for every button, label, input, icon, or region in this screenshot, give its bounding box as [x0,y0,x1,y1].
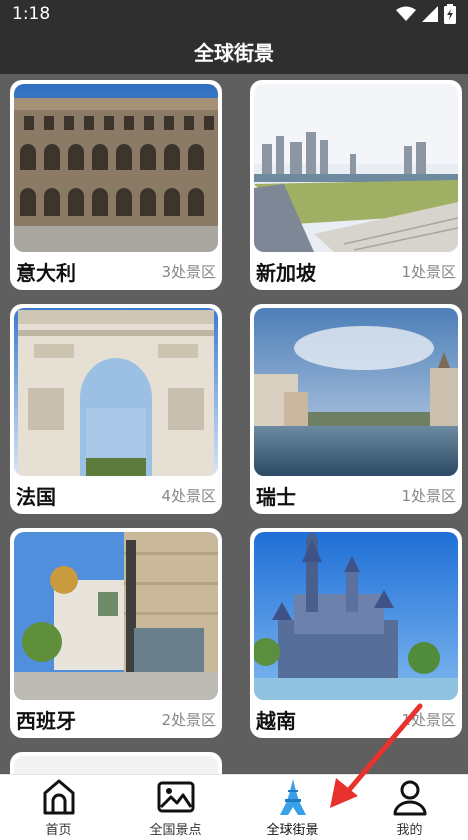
country-card-france[interactable]: 法国 4处景区 [10,304,222,514]
country-card-spain[interactable]: 西班牙 2处景区 [10,528,222,738]
person-icon [393,780,426,816]
country-card-partial[interactable] [10,752,222,774]
attraction-count: 1处景区 [401,262,456,281]
bottom-nav: 首页 全国景点 全球街景 我的 [0,774,468,840]
tab-profile[interactable]: 我的 [351,775,468,840]
country-card-singapore[interactable]: 新加坡 1处景区 [250,80,462,290]
tab-label: 全国景点 [149,823,202,838]
tower-icon [279,779,306,815]
tab-global-street-view[interactable]: 全球街景 [234,775,351,840]
country-photo [14,756,218,774]
country-photo [254,308,458,476]
country-name: 越南 [256,708,296,733]
country-photo [254,84,458,252]
status-bar: 1:18 [0,0,468,28]
country-name: 新加坡 [256,260,316,285]
attraction-count: 1处景区 [401,486,456,505]
wifi-icon [396,6,416,21]
country-photo [14,84,218,252]
attraction-count: 1处景区 [401,710,456,729]
country-card-switzerland[interactable]: 瑞士 1处景区 [250,304,462,514]
country-photo [14,308,218,476]
tab-home[interactable]: 首页 [0,775,117,840]
signal-icon [422,6,438,22]
app-bar: 全球街景 [0,28,468,74]
attraction-count: 3处景区 [161,262,216,281]
tab-label: 我的 [396,823,423,838]
country-name: 瑞士 [256,484,296,509]
battery-icon [444,4,456,24]
image-icon [157,781,194,813]
country-list[interactable]: 意大利 3处景区 新加坡 1处景区 法国 4处景区 瑞士 1处景区 西班牙 2处… [0,74,468,774]
home-icon [43,779,74,815]
country-photo [14,532,218,700]
country-name: 西班牙 [16,708,76,733]
status-icons [396,4,456,24]
country-name: 法国 [16,484,56,509]
country-card-italy[interactable]: 意大利 3处景区 [10,80,222,290]
tab-label: 全球街景 [266,823,319,838]
page-title: 全球街景 [194,40,274,65]
attraction-count: 4处景区 [161,486,216,505]
status-time: 1:18 [12,4,51,24]
attraction-count: 2处景区 [161,710,216,729]
tab-label: 首页 [45,823,72,838]
country-name: 意大利 [16,260,76,285]
country-card-vietnam[interactable]: 越南 1处景区 [250,528,462,738]
country-photo [254,532,458,700]
tab-national-attractions[interactable]: 全国景点 [117,775,234,840]
